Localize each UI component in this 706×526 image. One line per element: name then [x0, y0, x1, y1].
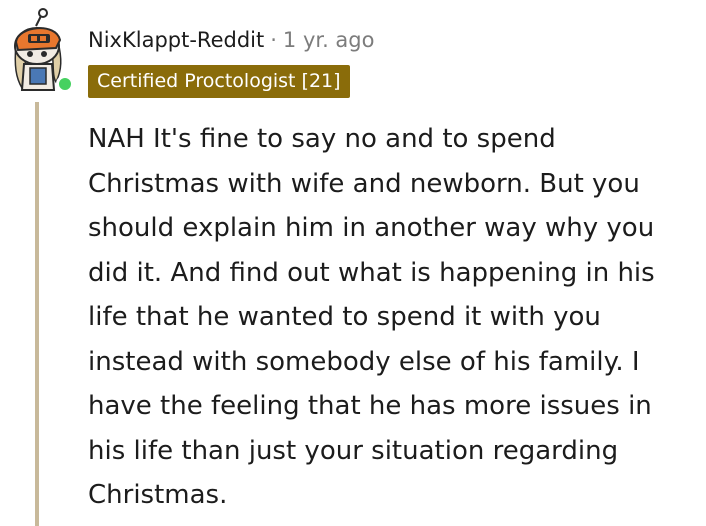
meta-separator: · [270, 28, 277, 52]
thread-collapse-line[interactable] [35, 102, 39, 526]
username-link[interactable]: NixKlappt-Reddit [88, 28, 264, 52]
user-flair: Certified Proctologist [21] [88, 65, 350, 98]
comment-timestamp[interactable]: 1 yr. ago [283, 28, 375, 52]
user-avatar[interactable] [6, 8, 74, 93]
comment: NixKlappt-Reddit · 1 yr. ago Certified P… [0, 0, 706, 526]
comment-body: NAH It's fine to say no and to spend Chr… [88, 124, 655, 510]
comment-header: NixKlappt-Reddit · 1 yr. ago [88, 24, 374, 56]
online-status-icon [56, 75, 74, 93]
